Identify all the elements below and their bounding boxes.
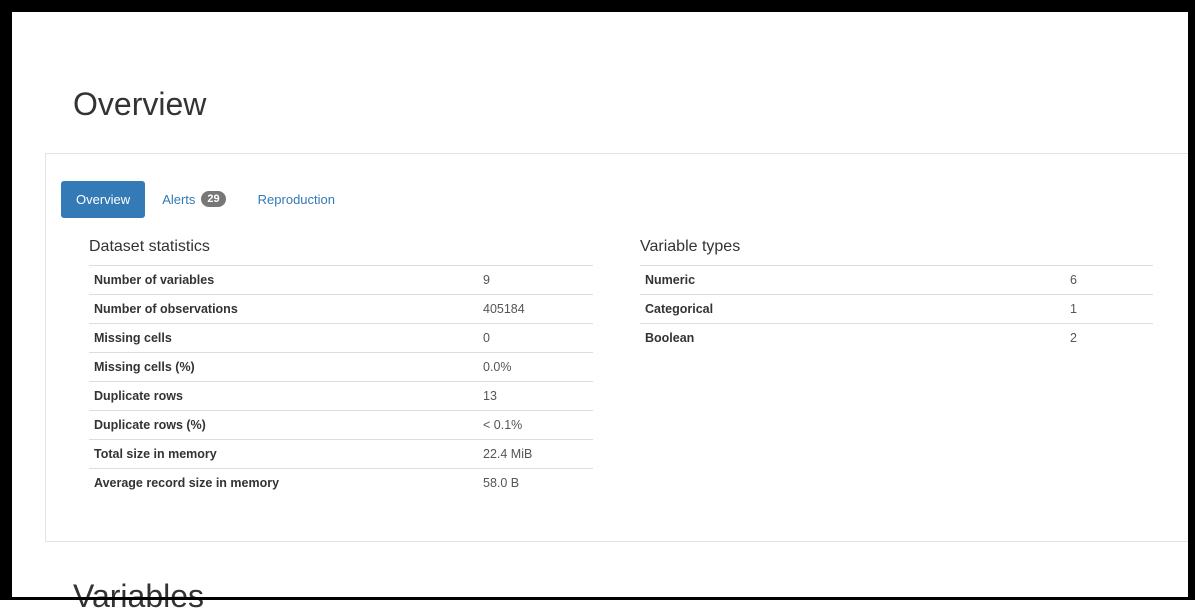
screenshot-frame-top	[0, 0, 1195, 12]
table-row: Duplicate rows (%) < 0.1%	[89, 410, 593, 440]
dataset-statistics-title: Dataset statistics	[89, 238, 210, 255]
stat-value: 0.0%	[475, 352, 593, 382]
stat-label: Total size in memory	[89, 439, 475, 469]
stat-label: Average record size in memory	[89, 468, 475, 497]
tab-reproduction[interactable]: Reproduction	[243, 181, 350, 218]
stat-value: < 0.1%	[475, 410, 593, 440]
type-label: Categorical	[640, 294, 1062, 324]
stat-label: Number of observations	[89, 294, 475, 324]
tab-alerts[interactable]: Alerts 29	[147, 181, 240, 218]
table-row: Categorical 1	[640, 294, 1153, 324]
stat-label: Duplicate rows	[89, 381, 475, 411]
tab-overview-label: Overview	[76, 191, 131, 207]
stat-label: Number of variables	[89, 265, 475, 295]
stat-label: Missing cells (%)	[89, 352, 475, 382]
type-count: 2	[1062, 323, 1153, 352]
screenshot-frame-right	[1188, 12, 1195, 600]
overview-tabs: Overview Alerts 29 Reproduction	[61, 180, 352, 218]
table-row: Missing cells (%) 0.0%	[89, 352, 593, 382]
overview-panel: Overview Alerts 29 Reproduction Dataset …	[45, 153, 1188, 542]
screenshot-frame-left	[0, 0, 12, 600]
dataset-statistics-section: Dataset statistics Number of variables 9…	[89, 236, 593, 497]
stat-value: 9	[475, 265, 593, 295]
tab-overview[interactable]: Overview	[61, 180, 146, 218]
stat-label: Missing cells	[89, 323, 475, 353]
stat-value: 58.0 B	[475, 468, 593, 497]
table-row: Missing cells 0	[89, 323, 593, 353]
type-label: Boolean	[640, 323, 1062, 352]
variable-types-title: Variable types	[640, 238, 741, 255]
variable-types-section: Variable types Numeric 6 Categorical 1 B…	[640, 236, 1153, 352]
table-row: Number of observations 405184	[89, 294, 593, 324]
stat-value: 22.4 MiB	[475, 439, 593, 469]
stat-value: 0	[475, 323, 593, 353]
stat-value: 13	[475, 381, 593, 411]
variable-types-table: Numeric 6 Categorical 1 Boolean 2	[640, 265, 1153, 352]
table-row: Number of variables 9	[89, 265, 593, 295]
tab-alerts-label: Alerts	[162, 191, 196, 207]
dataset-statistics-table: Number of variables 9 Number of observat…	[89, 265, 593, 497]
alerts-count-badge: 29	[201, 191, 226, 207]
table-row: Average record size in memory 58.0 B	[89, 468, 593, 497]
stat-value: 405184	[475, 294, 593, 324]
table-row: Numeric 6	[640, 265, 1153, 295]
type-label: Numeric	[640, 265, 1062, 295]
table-row: Duplicate rows 13	[89, 381, 593, 411]
tab-reproduction-label: Reproduction	[257, 191, 335, 207]
table-row: Boolean 2	[640, 323, 1153, 352]
type-count: 6	[1062, 265, 1153, 295]
table-row: Total size in memory 22.4 MiB	[89, 439, 593, 469]
page-title: Overview	[73, 86, 207, 122]
stat-label: Duplicate rows (%)	[89, 410, 475, 440]
type-count: 1	[1062, 294, 1153, 324]
